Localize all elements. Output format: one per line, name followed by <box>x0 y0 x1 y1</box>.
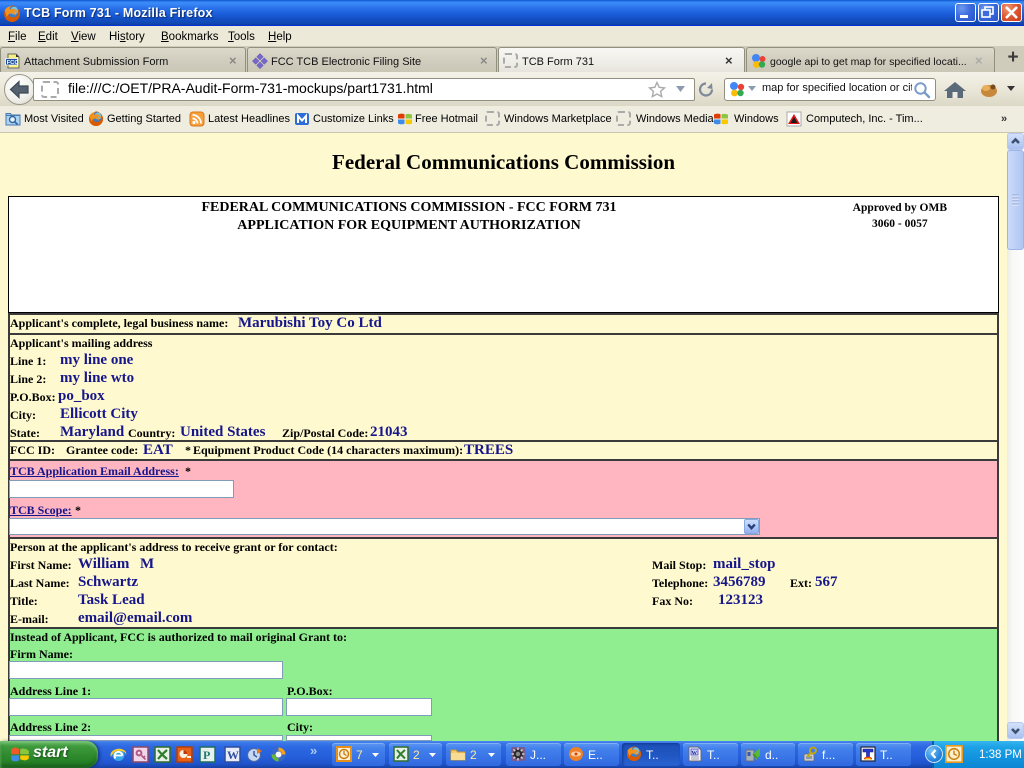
svg-text:W: W <box>227 748 239 762</box>
svg-text:P: P <box>203 748 210 762</box>
svg-text:W: W <box>692 751 698 757</box>
svg-text:FCC: FCC <box>7 60 20 66</box>
